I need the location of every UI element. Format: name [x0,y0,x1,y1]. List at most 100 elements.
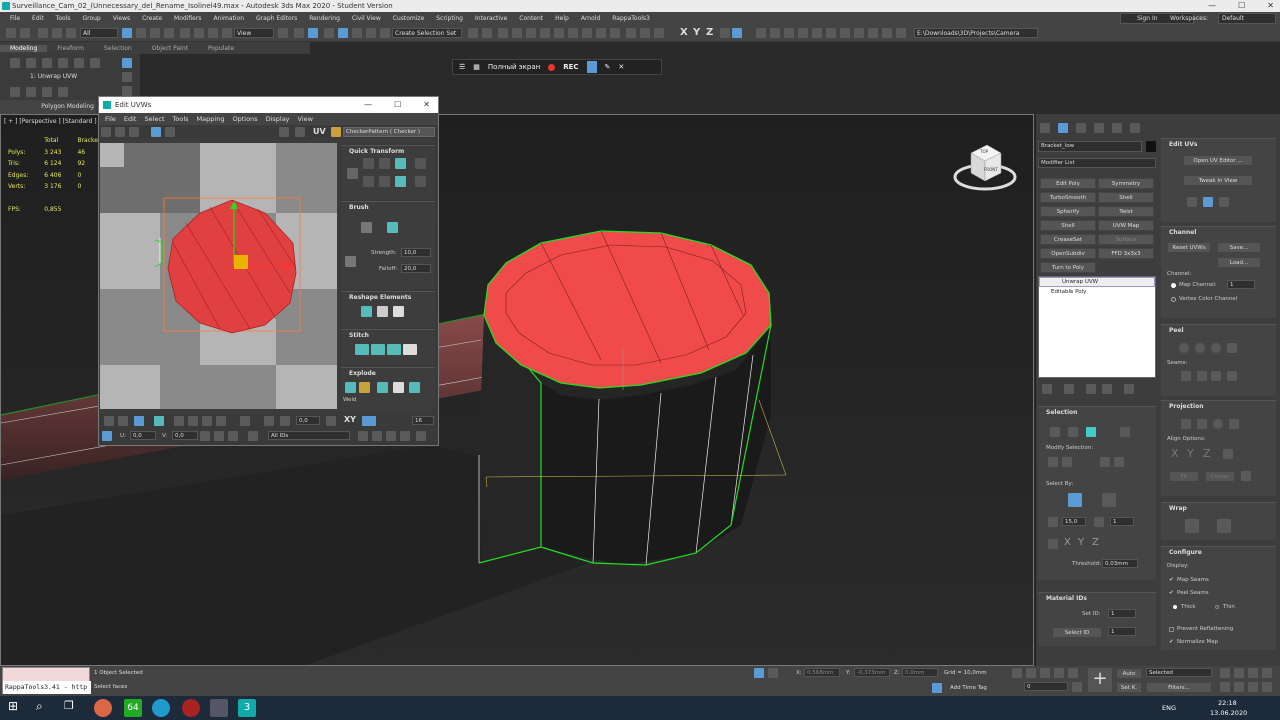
space-horizontal-icon[interactable] [363,176,374,187]
uv-editor-canvas[interactable] [100,143,337,409]
recorder-app-icon[interactable] [182,699,200,717]
split-icon[interactable] [409,382,420,393]
tab-selection[interactable]: Selection [94,45,142,52]
curve-editor-icon[interactable] [540,28,550,38]
modbtn-spherify[interactable]: Spherify [1040,206,1096,217]
modbtn-turn-to-poly[interactable]: Turn to Poly [1040,262,1096,273]
link-icon[interactable] [38,28,48,38]
uv-freeform-icon[interactable] [151,127,161,137]
viewcube-top-label[interactable]: TOP [980,149,988,154]
fit-button[interactable]: Fit [1169,471,1199,482]
mirror-x-button[interactable]: X [1064,537,1071,548]
modbtn-symmetry[interactable]: Symmetry [1098,178,1154,189]
box-map-icon[interactable] [1229,419,1239,429]
uv-reset-view-icon[interactable] [416,431,426,441]
tweak-b-icon[interactable] [1203,197,1213,207]
menu-views[interactable]: Views [107,15,136,22]
prev-frame-icon[interactable] [1026,668,1036,678]
uv-soft-sel-icon[interactable] [264,416,274,426]
pan-icon[interactable] [1234,682,1244,692]
scale-icon[interactable] [208,28,218,38]
normalize-check-icon[interactable]: ✔ [1169,639,1174,645]
make-unique-icon[interactable] [1086,384,1096,394]
rotate-ccw-icon[interactable] [395,158,406,169]
quick-transform-heading[interactable]: Quick Transform [341,146,435,155]
isolate-toggle-icon[interactable] [754,668,764,678]
mirror-y-button[interactable]: Y [1078,537,1084,548]
extra-tool-3-icon[interactable] [654,28,664,38]
move-icon[interactable] [180,28,190,38]
current-frame-input[interactable]: 0 [1024,682,1068,691]
menu-arnold[interactable]: Arnold [575,15,606,22]
grid-align-icon[interactable] [415,158,426,169]
tool-b-icon[interactable] [770,28,780,38]
object-name-field[interactable]: Bracket_low [1038,141,1142,152]
paint-move-icon[interactable] [361,222,372,233]
tool-c-icon[interactable] [784,28,794,38]
loop-selection-icon[interactable] [1100,457,1110,467]
modbtn-opensubdiv[interactable]: OpenSubdiv [1040,248,1096,259]
load-uvws-button[interactable]: Load... [1217,257,1261,268]
uv-lock-icon[interactable] [200,431,210,441]
sel-edge-icon[interactable] [1068,427,1078,437]
modifier-list-dropdown[interactable]: Modifier List [1038,158,1156,168]
axis-y-button[interactable]: Y [693,27,700,38]
vertex-color-radio[interactable] [1171,297,1176,302]
align-pivot-icon[interactable] [347,168,358,179]
reshape-heading[interactable]: Reshape Elements [341,292,435,301]
menu-civil-view[interactable]: Civil View [346,15,387,22]
input-language[interactable]: ENG [1162,704,1176,712]
axis-xy-icon[interactable] [720,28,730,38]
uvw-menu-select[interactable]: Select [140,115,168,123]
menu-modifiers[interactable]: Modifiers [168,15,207,22]
planar-map-icon[interactable] [1181,419,1191,429]
align-x-button[interactable]: X [1171,447,1179,460]
brush-heading[interactable]: Brush [341,202,435,211]
uv-paint-sel-icon[interactable] [326,416,336,426]
uv-freeze-icon[interactable] [228,431,238,441]
windows-start-icon[interactable]: ⊞ [8,699,26,717]
tab-populate[interactable]: Populate [198,45,244,52]
map-channel-spinner[interactable]: 1 [1227,280,1255,289]
align-vertical-icon[interactable] [379,158,390,169]
stitch-custom-icon[interactable] [403,344,417,355]
menu-customize[interactable]: Customize [387,15,431,22]
tweak-c-icon[interactable] [1219,197,1229,207]
select-id-spinner[interactable]: 1 [1108,627,1136,636]
viewcube-front-label[interactable]: FRONT [984,167,998,172]
prevent-reflatten-checkbox[interactable] [1169,627,1174,632]
uv-show-map-icon[interactable] [295,127,305,137]
modbtn-turbosmooth[interactable]: TurboSmooth [1040,192,1096,203]
save-uvws-button[interactable]: Save... [1217,242,1261,253]
modbtn-creaseset[interactable]: CreaseSet [1040,234,1096,245]
uv-coords-label[interactable]: UV [313,127,326,136]
reset-uvws-button[interactable]: Reset UVWs [1167,242,1211,253]
rotate-cw-icon[interactable] [395,176,406,187]
viewport-label[interactable]: [ + ] [Perspective ] [Standard ] [E [4,118,105,125]
select-object-icon[interactable] [122,28,132,38]
tool-g-icon[interactable] [840,28,850,38]
render-setup-icon[interactable] [582,28,592,38]
utilities-tab-icon[interactable] [1130,123,1140,133]
tweak-in-view-button[interactable]: Tweak In View [1183,175,1253,186]
key-filter-dropdown[interactable]: Selected [1146,668,1212,677]
task-view-icon[interactable]: ❐ [64,699,82,717]
selection-lock-icon[interactable] [768,668,778,678]
material-id-filter-dropdown[interactable]: All IDs [268,431,350,440]
create-tab-icon[interactable] [1040,123,1050,133]
space-vertical-icon[interactable] [379,176,390,187]
spline-wrap-icon[interactable] [1185,519,1199,533]
ribbon-side-3-icon[interactable] [122,86,132,96]
projection-heading[interactable]: Projection [1161,401,1276,410]
ribbon-tool-6-icon[interactable] [90,58,100,68]
tweak-a-icon[interactable] [1187,197,1197,207]
thin-radio[interactable] [1215,605,1219,609]
window-crossing-icon[interactable] [164,28,174,38]
mirror-icon[interactable] [468,28,478,38]
relax-icon[interactable] [377,306,388,317]
flatten-icon[interactable] [377,382,388,393]
set-key-button[interactable]: Set K. [1116,682,1142,693]
ribbon-toggle-icon[interactable] [526,28,536,38]
add-time-tag-button[interactable]: Add Time Tag [950,685,987,691]
sel-element-icon[interactable] [1120,427,1130,437]
